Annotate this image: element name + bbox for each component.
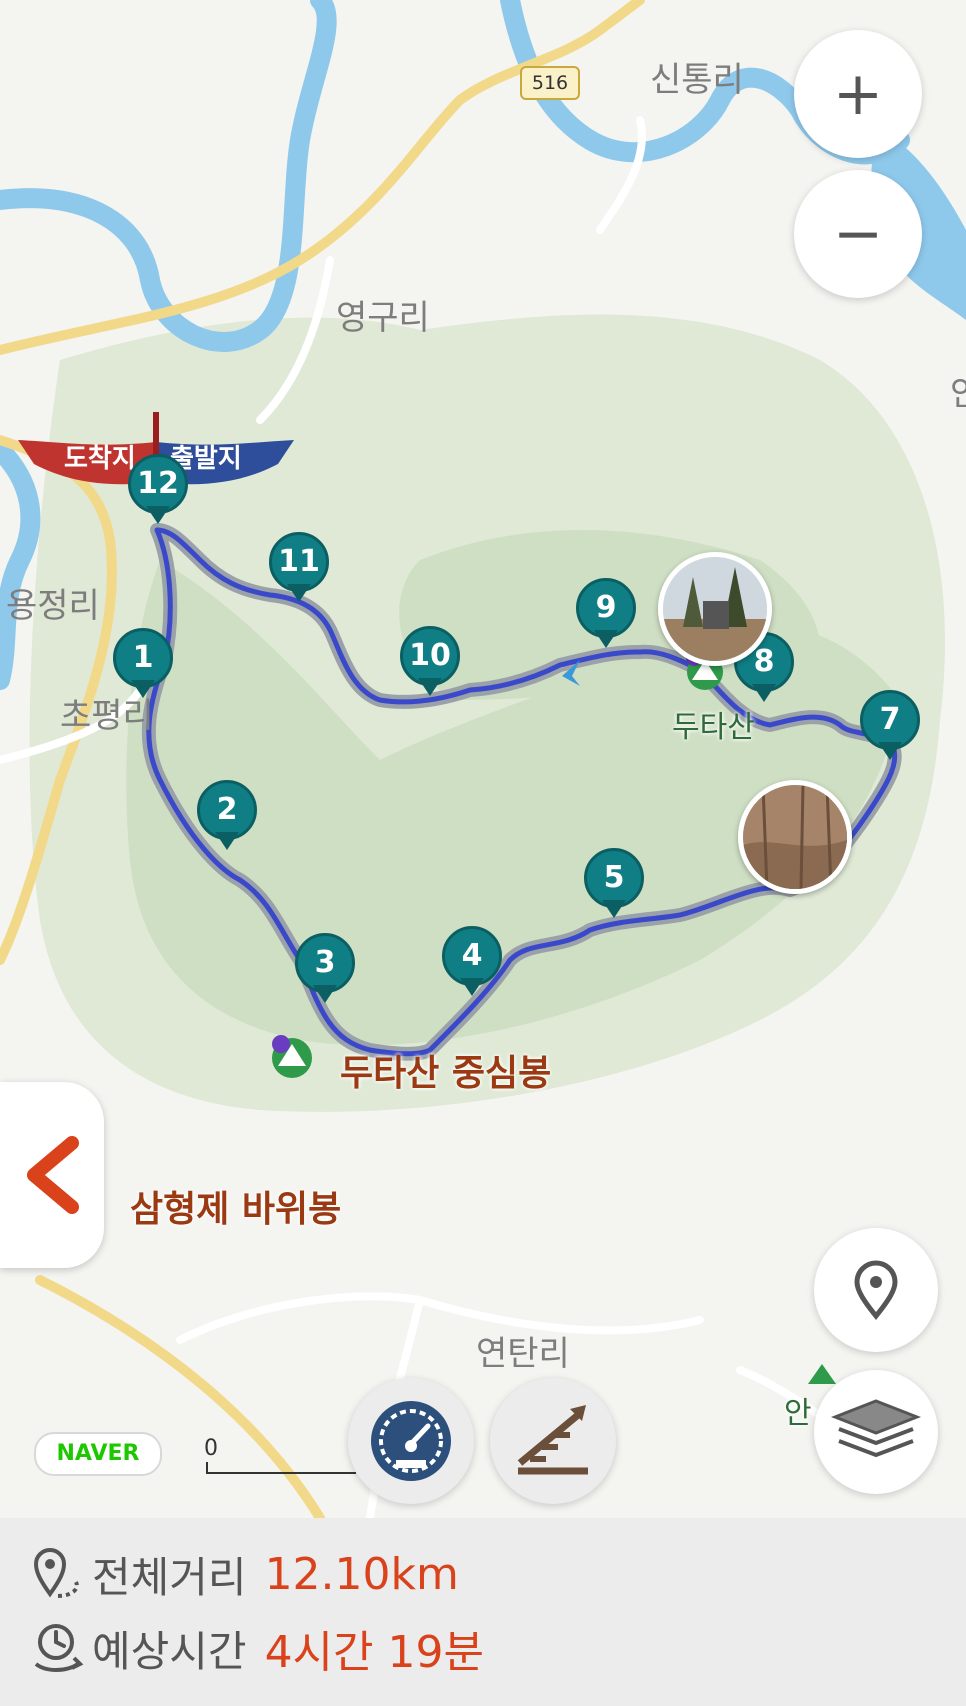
- distance-pin-icon: [33, 1548, 79, 1598]
- waypoint-marker-9[interactable]: 9: [576, 578, 636, 652]
- waypoint-number: 11: [269, 532, 329, 592]
- waypoint-number: 3: [295, 933, 355, 993]
- peak-label-an: 안: [784, 1396, 812, 1431]
- waypoint-marker-7[interactable]: 7: [860, 690, 920, 764]
- waypoint-marker-3[interactable]: 3: [295, 933, 355, 1007]
- waypoint-marker-4[interactable]: 4: [442, 926, 502, 1000]
- elevation-profile-button[interactable]: [490, 1378, 616, 1504]
- photo-thumbnail-trail[interactable]: [738, 780, 852, 894]
- place-yongjeong: 용정리: [6, 586, 100, 626]
- waypoint-marker-5[interactable]: 5: [584, 848, 644, 922]
- speed-gauge-button[interactable]: [348, 1378, 474, 1504]
- waypoint-marker-2[interactable]: 2: [197, 780, 257, 854]
- map-scale-bar: 0: [204, 1436, 356, 1474]
- peak-icon-an: [808, 1364, 836, 1384]
- my-location-button[interactable]: [814, 1228, 938, 1352]
- peak-label-rock: 삼형제 바위봉: [130, 1189, 342, 1230]
- peak-label-center: 두타산 중심봉: [340, 1053, 552, 1094]
- time-label: 예상시간: [92, 1626, 247, 1676]
- route-summary-panel: 전체거리 12.10km 예상시간 4시간 19분: [0, 1518, 966, 1706]
- waypoint-number: 1: [113, 628, 173, 688]
- waypoint-marker-1[interactable]: 1: [113, 628, 173, 702]
- waypoint-number: 12: [128, 454, 188, 514]
- zoom-in-label: +: [832, 59, 884, 129]
- photo-thumbnail-summit[interactable]: [658, 552, 772, 666]
- time-row: 예상시간 4시간 19분: [30, 1618, 484, 1678]
- road-number-badge: 516: [520, 66, 580, 100]
- waypoint-number: 10: [400, 626, 460, 686]
- time-value: 4시간 19분: [264, 1627, 484, 1678]
- waypoint-number: 5: [584, 848, 644, 908]
- chevron-left-icon: [27, 1136, 79, 1214]
- layers-icon: [831, 1399, 921, 1458]
- elevation-icon: [517, 1405, 588, 1475]
- zoom-out-button[interactable]: −: [794, 170, 922, 298]
- location-pin-icon: [854, 1260, 898, 1320]
- speedometer-icon: [371, 1401, 451, 1481]
- naver-logo: NAVER: [34, 1432, 162, 1476]
- map-layers-button[interactable]: [814, 1370, 938, 1494]
- waypoint-number: 4: [442, 926, 502, 986]
- place-yeontan: 연탄리: [476, 1334, 570, 1374]
- distance-row: 전체거리 12.10km: [30, 1544, 459, 1604]
- peak-label-dutasan: 두타산: [672, 710, 755, 745]
- waypoint-marker-12[interactable]: 12: [128, 454, 188, 528]
- back-button[interactable]: [0, 1082, 104, 1268]
- place-yeonggu: 영구리: [336, 298, 430, 338]
- place-an-edge: 안: [950, 374, 966, 414]
- waypoint-number: 9: [576, 578, 636, 638]
- scale-zero-label: 0: [204, 1436, 218, 1461]
- waypoint-number: 2: [197, 780, 257, 840]
- waypoint-number: 7: [860, 690, 920, 750]
- waypoint-marker-11[interactable]: 11: [269, 532, 329, 606]
- distance-value: 12.10km: [264, 1548, 459, 1600]
- waypoint-marker-10[interactable]: 10: [400, 626, 460, 700]
- map-view[interactable]: 신통리 영구리 용정리 초평리 연탄리 안 516 두타산 두타산 중심봉 삼형…: [0, 0, 966, 1518]
- flag-arrival-label: 도착지: [64, 444, 136, 474]
- zoom-out-label: −: [832, 199, 884, 269]
- distance-label: 전체거리: [92, 1552, 247, 1602]
- zoom-in-button[interactable]: +: [794, 30, 922, 158]
- place-sintong: 신통리: [650, 60, 744, 100]
- clock-icon: [34, 1624, 84, 1672]
